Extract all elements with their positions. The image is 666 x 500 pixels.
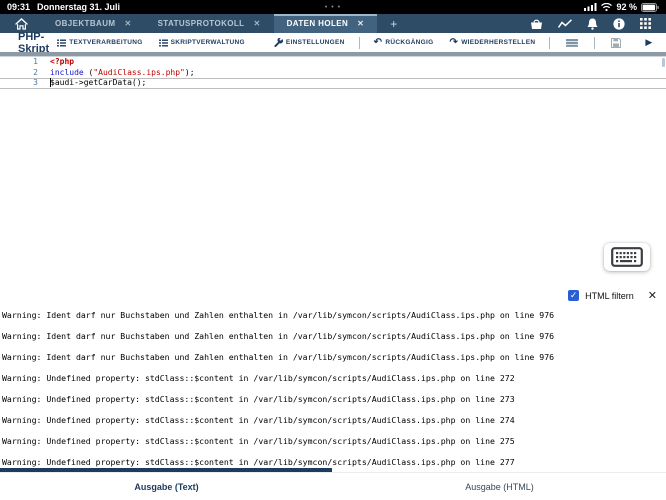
multitask-dots-icon: • • • (325, 4, 341, 11)
settings-label: EINSTELLUNGEN (286, 39, 345, 46)
script-management-button[interactable]: SKRIPTVERWALTUNG (159, 39, 245, 47)
keyboard-icon (611, 247, 643, 267)
status-bar: 09:31 Donnerstag 31. Juli • • • 92 % (0, 0, 666, 14)
toolbar: PHP-Skript TEXTVERARBEITUNG SKRIPTVERWAL… (0, 33, 666, 52)
wrench-icon (274, 38, 283, 47)
save-icon (611, 38, 621, 48)
chart-icon[interactable] (558, 19, 572, 29)
html-filter-label: HTML filtern (585, 291, 634, 301)
undo-button[interactable]: ↶ RÜCKGÄNGIG (374, 38, 434, 48)
editor-vertical-scrollbar[interactable] (662, 58, 665, 67)
date: Donnerstag 31. Juli (37, 2, 120, 12)
tab-label: STATUSPROTOKOLL (158, 19, 245, 28)
tab-statusprotokoll[interactable]: STATUSPROTOKOLL ✕ (145, 14, 274, 33)
save-button[interactable] (611, 38, 621, 48)
battery-percent: 92 % (616, 2, 637, 12)
code-lines: 1<?php2include ("AudiClass.ips.php");3$a… (0, 57, 666, 89)
html-filter-row: ✓ HTML filtern ✕ (568, 289, 657, 302)
tab-close-icon[interactable]: ✕ (357, 19, 364, 28)
cellular-icon (584, 3, 597, 11)
tab-label: OBJEKTBAUM (55, 19, 115, 28)
list-icon (57, 39, 66, 47)
redo-button[interactable]: ↷ WIEDERHERSTELLEN (450, 38, 536, 48)
tab-strip: OBJEKTBAUM ✕ STATUSPROTOKOLL ✕ DATEN HOLEN ✕ (42, 14, 377, 33)
wifi-icon (601, 3, 612, 11)
warning-line: Warning: Undefined property: stdClass::$… (2, 410, 666, 431)
code-editor[interactable]: 1<?php2include ("AudiClass.ips.php");3$a… (0, 57, 666, 286)
line-number: 3 (0, 78, 38, 89)
tab-close-icon[interactable]: ✕ (124, 19, 131, 28)
warning-line: Warning: Ident darf nur Buchstaben und Z… (2, 326, 666, 347)
tab-label: DATEN HOLEN (287, 19, 349, 28)
check-icon: ✓ (570, 290, 578, 300)
warning-line: Warning: Ident darf nur Buchstaben und Z… (2, 305, 666, 326)
undo-icon: ↶ (374, 38, 383, 48)
grid-icon[interactable] (640, 18, 651, 29)
line-number: 1 (0, 57, 38, 68)
bell-icon[interactable] (587, 18, 598, 30)
tab-output-text[interactable]: Ausgabe (Text) (0, 473, 333, 500)
code-text: include ("AudiClass.ips.php"); (38, 68, 195, 79)
script-management-label: SKRIPTVERWALTUNG (171, 39, 245, 46)
undo-label: RÜCKGÄNGIG (385, 39, 433, 46)
battery-icon (641, 3, 659, 12)
text-processing-label: TEXTVERARBEITUNG (69, 39, 142, 46)
tab-close-icon[interactable]: ✕ (253, 19, 260, 28)
output-console: ✓ HTML filtern ✕ Warning: Ident darf nur… (0, 286, 666, 472)
home-icon (15, 18, 28, 30)
code-line[interactable]: 2include ("AudiClass.ips.php"); (0, 68, 666, 79)
tab-bar: OBJEKTBAUM✕STATUSPROTOKOLL✕DATEN HOLEN✕ … (0, 14, 666, 33)
toolbar-divider (594, 37, 595, 49)
toolbar-divider (359, 37, 360, 49)
info-icon[interactable] (613, 18, 625, 30)
tab-objektbaum[interactable]: OBJEKTBAUM ✕ (42, 14, 145, 33)
redo-label: WIEDERHERSTELLEN (461, 39, 535, 46)
text-processing-button[interactable]: TEXTVERARBEITUNG (57, 39, 142, 47)
warning-line: Warning: Ident darf nur Buchstaben und Z… (2, 347, 666, 368)
html-filter-checkbox[interactable]: ✓ (568, 290, 579, 301)
list-icon (159, 39, 168, 47)
toolbar-divider (549, 37, 550, 49)
output-tab-bar: Ausgabe (Text) Ausgabe (HTML) (0, 472, 666, 500)
tab-daten-holen[interactable]: DATEN HOLEN ✕ (274, 14, 378, 33)
warning-list: Warning: Ident darf nur Buchstaben und Z… (2, 305, 666, 473)
code-line[interactable]: 1<?php (0, 57, 666, 68)
warning-line: Warning: Undefined property: stdClass::$… (2, 368, 666, 389)
code-text: <?php (38, 57, 74, 68)
redo-icon: ↷ (450, 38, 459, 48)
warning-line: Warning: Undefined property: stdClass::$… (2, 431, 666, 452)
plus-icon: + (390, 17, 397, 31)
warning-line: Warning: Undefined property: stdClass::$… (2, 389, 666, 410)
add-tab-button[interactable]: + (377, 14, 410, 33)
line-number: 2 (0, 68, 38, 79)
store-icon[interactable] (530, 18, 543, 30)
tab-output-html[interactable]: Ausgabe (HTML) (333, 473, 666, 500)
code-text: $audi->getCarData(); (38, 78, 146, 89)
show-keyboard-button[interactable] (604, 243, 650, 271)
clock: 09:31 (7, 2, 30, 12)
console-menu-button[interactable] (566, 39, 578, 47)
run-script-button[interactable]: ▶ (645, 37, 652, 48)
menu-icon (566, 39, 578, 47)
settings-button[interactable]: EINSTELLUNGEN (274, 38, 345, 47)
page-title: PHP-Skript (18, 31, 49, 55)
close-output-icon[interactable]: ✕ (648, 289, 657, 302)
code-line[interactable]: 3$audi->getCarData(); (0, 78, 666, 89)
